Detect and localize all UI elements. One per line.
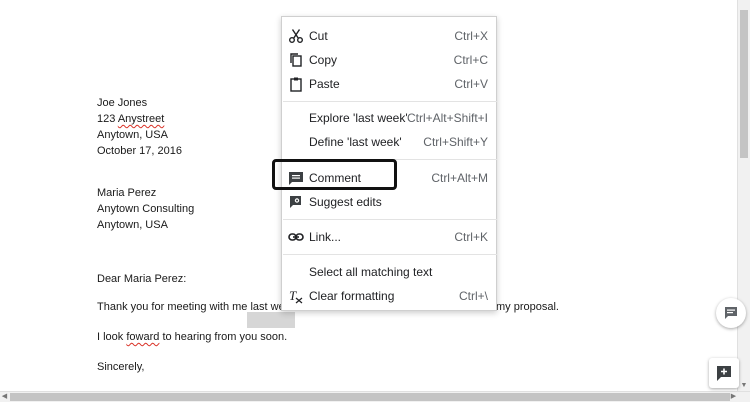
add-comment-button[interactable] (716, 298, 746, 328)
menu-item-copy-label: Copy (309, 53, 338, 67)
sender-street: 123 Anystreet (97, 112, 164, 126)
misspelled-street[interactable]: Anystreet (118, 113, 164, 125)
menu-item-clear-formatting[interactable]: T Clear formatting Ctrl+\ (282, 285, 496, 307)
comment-icon (725, 307, 737, 319)
menu-separator (283, 254, 497, 255)
menu-item-copy[interactable]: Copy Ctrl+C (282, 49, 496, 71)
link-icon (288, 233, 304, 241)
horizontal-scroll-thumb[interactable] (10, 393, 730, 401)
comment-highlight-box (272, 159, 397, 190)
menu-item-copy-shortcut: Ctrl+C (453, 53, 488, 67)
menu-item-paste-label: Paste (309, 77, 340, 91)
vertical-scroll-thumb[interactable] (740, 10, 748, 158)
svg-text:T: T (289, 288, 297, 303)
menu-item-link-label: Link... (309, 230, 342, 244)
menu-item-select-all-matching[interactable]: Select all matching text (282, 261, 496, 283)
menu-item-define[interactable]: Define 'last week' Ctrl+Shift+Y (282, 131, 496, 153)
menu-item-define-label: Define 'last week' (309, 135, 402, 149)
body-paragraph-1: Thank you for meeting with me last we (97, 300, 285, 314)
street-number: 123 (97, 113, 118, 125)
menu-item-paste-shortcut: Ctrl+V (454, 77, 488, 91)
scissors-icon (289, 29, 303, 43)
copy-icon (290, 53, 302, 67)
body-paragraph-2: I look foward to hearing from you soon. (97, 330, 287, 344)
suggest-edits-icon (290, 196, 301, 208)
add-comment-plus-icon (717, 366, 731, 381)
body2-prefix: I look (97, 331, 127, 343)
menu-item-paste[interactable]: Paste Ctrl+V (282, 73, 496, 95)
menu-item-select-all-matching-label: Select all matching text (309, 265, 433, 279)
misspelled-word[interactable]: foward (126, 331, 159, 343)
menu-item-cut-shortcut: Ctrl+X (454, 29, 488, 43)
menu-item-explore[interactable]: Explore 'last week' Ctrl+Alt+Shift+I (282, 107, 496, 129)
body1-prefix: Thank you for meeting with me (97, 301, 251, 313)
menu-item-cut-label: Cut (309, 29, 328, 43)
menu-item-suggest-edits[interactable]: Suggest edits (282, 191, 496, 213)
letter-date: October 17, 2016 (97, 145, 183, 157)
menu-item-suggest-edits-label: Suggest edits (309, 195, 382, 209)
clear-formatting-icon: T (289, 288, 303, 304)
scroll-right-arrow-icon[interactable]: ▶ (729, 392, 738, 401)
closing: Sincerely, (97, 361, 145, 373)
salutation: Dear Maria Perez: (97, 273, 187, 285)
menu-item-comment-shortcut: Ctrl+Alt+M (431, 171, 488, 185)
scroll-down-arrow-icon[interactable]: ▼ (740, 382, 748, 390)
sender-name: Joe Jones (97, 97, 148, 109)
menu-item-clear-formatting-label: Clear formatting (309, 289, 395, 303)
menu-item-explore-shortcut: Ctrl+Alt+Shift+I (406, 111, 488, 125)
menu-separator (283, 219, 497, 220)
recipient-company: Anytown Consulting (97, 203, 195, 215)
sender-city: Anytown, USA (97, 129, 168, 141)
menu-separator (283, 101, 497, 102)
menu-item-explore-label: Explore 'last week' (309, 111, 408, 125)
menu-item-cut[interactable]: Cut Ctrl+X (282, 25, 496, 47)
scroll-left-arrow-icon[interactable]: ◀ (0, 392, 9, 401)
sender-street-text: 123 Anystreet (97, 113, 164, 125)
explore-button[interactable] (709, 358, 739, 388)
body1-suffix: my proposal. (496, 301, 559, 313)
text-selection (247, 312, 295, 328)
selected-text[interactable]: last we (250, 301, 284, 313)
menu-item-define-shortcut: Ctrl+Shift+Y (423, 135, 488, 149)
menu-item-clear-formatting-shortcut: Ctrl+\ (458, 289, 488, 303)
paste-icon (290, 77, 302, 92)
recipient-name: Maria Perez (97, 187, 157, 199)
recipient-city: Anytown, USA (97, 219, 168, 231)
body2-suffix: to hearing from you soon. (159, 331, 288, 343)
menu-item-link-shortcut: Ctrl+K (454, 230, 488, 244)
menu-item-link[interactable]: Link... Ctrl+K (282, 226, 496, 248)
